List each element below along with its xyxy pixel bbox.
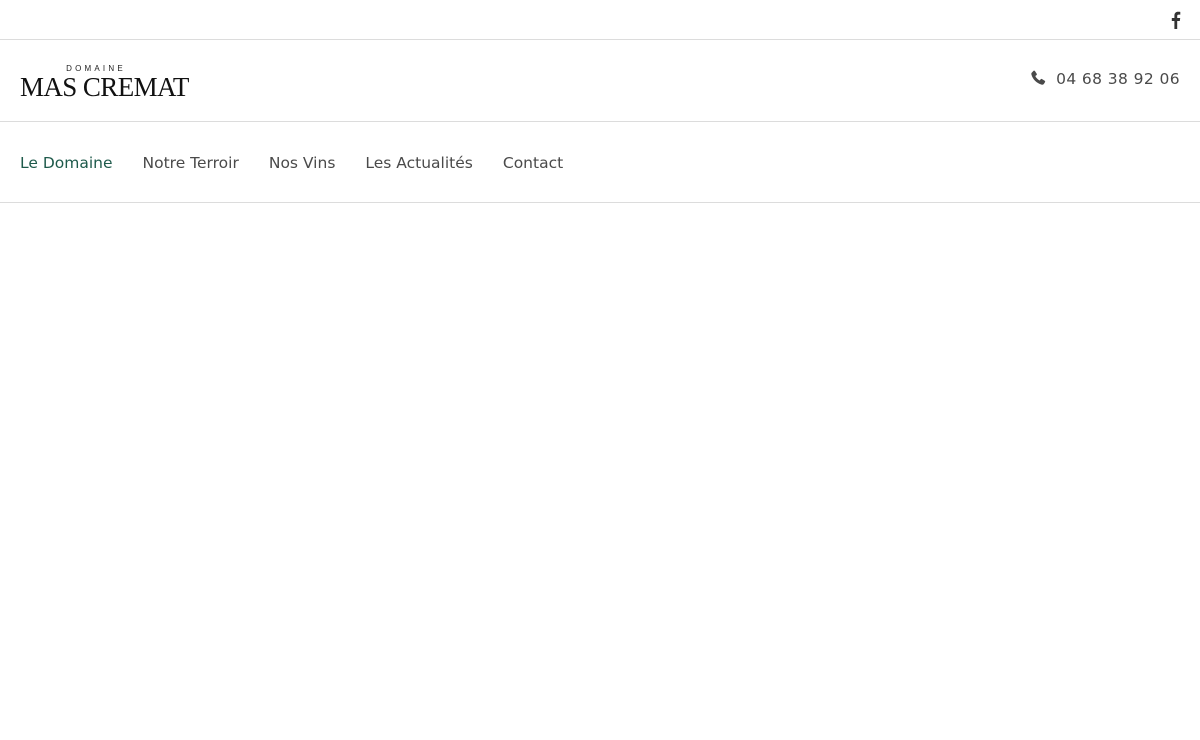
logo-title: MAS CREMAT [20,72,189,102]
nav-item-notre-terroir[interactable]: Notre Terroir [143,154,239,172]
top-bar [0,0,1200,40]
main-content [0,203,1200,739]
nav-item-les-actualites[interactable]: Les Actualités [365,154,472,172]
facebook-link[interactable] [1168,11,1182,30]
phone-link[interactable]: 04 68 38 92 06 [1030,70,1180,88]
nav-item-le-domaine[interactable]: Le Domaine [20,154,113,172]
site-header: DOMAINE MAS CREMAT 04 68 38 92 06 [0,40,1200,122]
phone-number: 04 68 38 92 06 [1056,70,1180,88]
phone-icon [1031,70,1046,85]
logo[interactable]: DOMAINE MAS CREMAT [20,64,189,102]
nav-item-nos-vins[interactable]: Nos Vins [269,154,336,172]
main-nav: Le Domaine Notre Terroir Nos Vins Les Ac… [0,122,1200,203]
nav-item-contact[interactable]: Contact [503,154,563,172]
facebook-icon [1171,11,1181,30]
